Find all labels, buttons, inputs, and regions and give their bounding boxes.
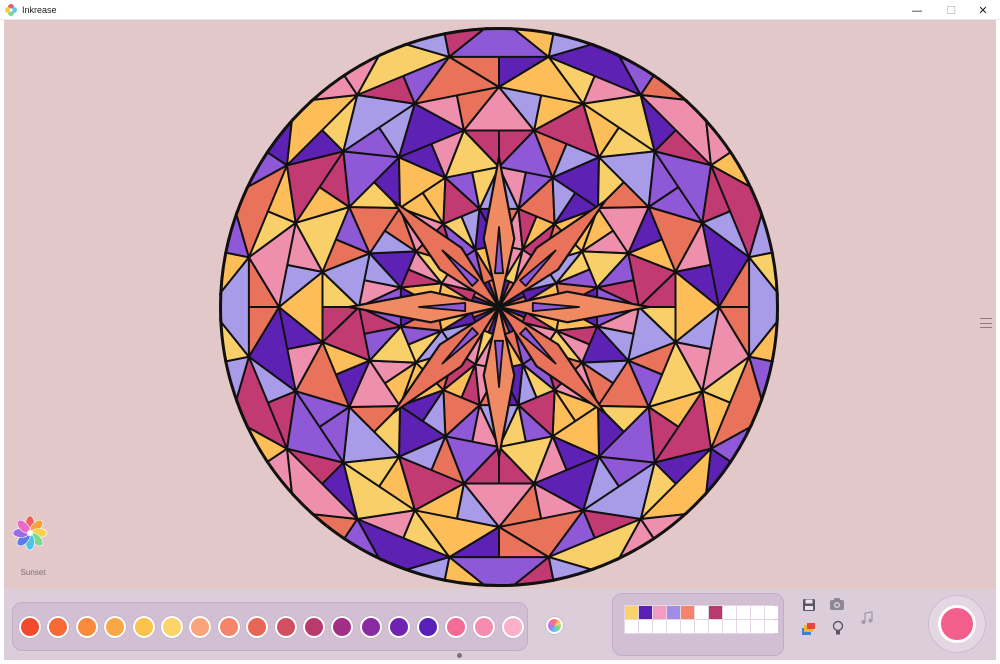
coloring-canvas[interactable]: Sunset	[4, 20, 996, 589]
recent-colors-panel	[612, 593, 784, 656]
save-icon[interactable]	[801, 597, 817, 613]
recent-color-cell[interactable]	[695, 620, 708, 633]
palette-swatch[interactable]	[104, 616, 127, 638]
recent-color-cell[interactable]	[695, 606, 708, 619]
recent-color-cell[interactable]	[667, 606, 680, 619]
recent-color-cell[interactable]	[751, 606, 764, 619]
recent-color-cell[interactable]	[723, 620, 736, 633]
palette-swatch[interactable]	[246, 616, 269, 638]
recent-color-cell[interactable]	[639, 606, 652, 619]
palette-swatch[interactable]	[416, 616, 439, 638]
camera-icon[interactable]	[829, 596, 845, 612]
palette-swatch[interactable]	[303, 616, 325, 638]
recent-colors-grid	[624, 605, 778, 634]
recent-color-cell[interactable]	[765, 620, 778, 633]
recent-color-cell[interactable]	[751, 620, 764, 633]
palette-swatch[interactable]	[331, 616, 354, 638]
flower-palette-icon	[12, 515, 48, 551]
recent-color-cell[interactable]	[681, 606, 694, 619]
palette-swatch[interactable]	[473, 616, 496, 638]
palette-swatch[interactable]	[189, 616, 212, 638]
bottom-toolbar	[4, 589, 996, 660]
maximize-button[interactable]: ☐	[934, 0, 968, 20]
palette-swatch[interactable]	[161, 616, 183, 638]
palette-swatch[interactable]	[274, 616, 297, 638]
paint-bucket-icon[interactable]	[801, 621, 817, 637]
recent-color-cell[interactable]	[625, 620, 638, 633]
lightbulb-icon[interactable]	[830, 620, 846, 636]
recent-color-cell[interactable]	[667, 620, 680, 633]
palette-panel	[12, 602, 528, 658]
recent-color-cell[interactable]	[737, 606, 750, 619]
recent-color-cell[interactable]	[765, 606, 778, 619]
recent-color-cell[interactable]	[709, 620, 722, 633]
palette-pack-selector[interactable]	[12, 515, 48, 556]
palette-swatch[interactable]	[388, 616, 411, 638]
minimize-button[interactable]: —	[900, 0, 934, 20]
recent-color-cell[interactable]	[653, 606, 666, 619]
window-title: Inkrease	[22, 4, 57, 15]
palette-swatch[interactable]	[19, 616, 41, 638]
palette-swatch[interactable]	[217, 616, 240, 638]
mandala-artwork[interactable]	[216, 24, 782, 589]
app-logo-icon	[5, 3, 17, 16]
close-button[interactable]: ✕	[966, 0, 1000, 20]
palette-page-indicator[interactable]	[457, 653, 462, 658]
recent-color-cell[interactable]	[639, 620, 652, 633]
palette-swatch[interactable]	[132, 616, 155, 638]
palette-swatch[interactable]	[445, 616, 467, 638]
palette-swatch[interactable]	[47, 616, 70, 638]
recent-color-cell[interactable]	[653, 620, 666, 633]
music-note-icon[interactable]	[859, 610, 875, 626]
palette-swatch[interactable]	[75, 616, 98, 638]
color-wheel-icon[interactable]	[546, 617, 563, 634]
recent-color-cell[interactable]	[709, 606, 722, 619]
palette-swatch[interactable]	[359, 616, 382, 638]
palette-swatch[interactable]	[501, 616, 524, 638]
side-menu-handle-icon[interactable]	[979, 316, 993, 330]
current-color-indicator[interactable]	[928, 595, 986, 653]
title-bar: Inkrease	[0, 0, 1000, 20]
recent-color-cell[interactable]	[737, 620, 750, 633]
recent-color-cell[interactable]	[681, 620, 694, 633]
palette-pack-name: Sunset	[20, 568, 46, 577]
recent-color-cell[interactable]	[625, 606, 638, 619]
current-color-swatch	[938, 605, 976, 643]
recent-color-cell[interactable]	[723, 606, 736, 619]
